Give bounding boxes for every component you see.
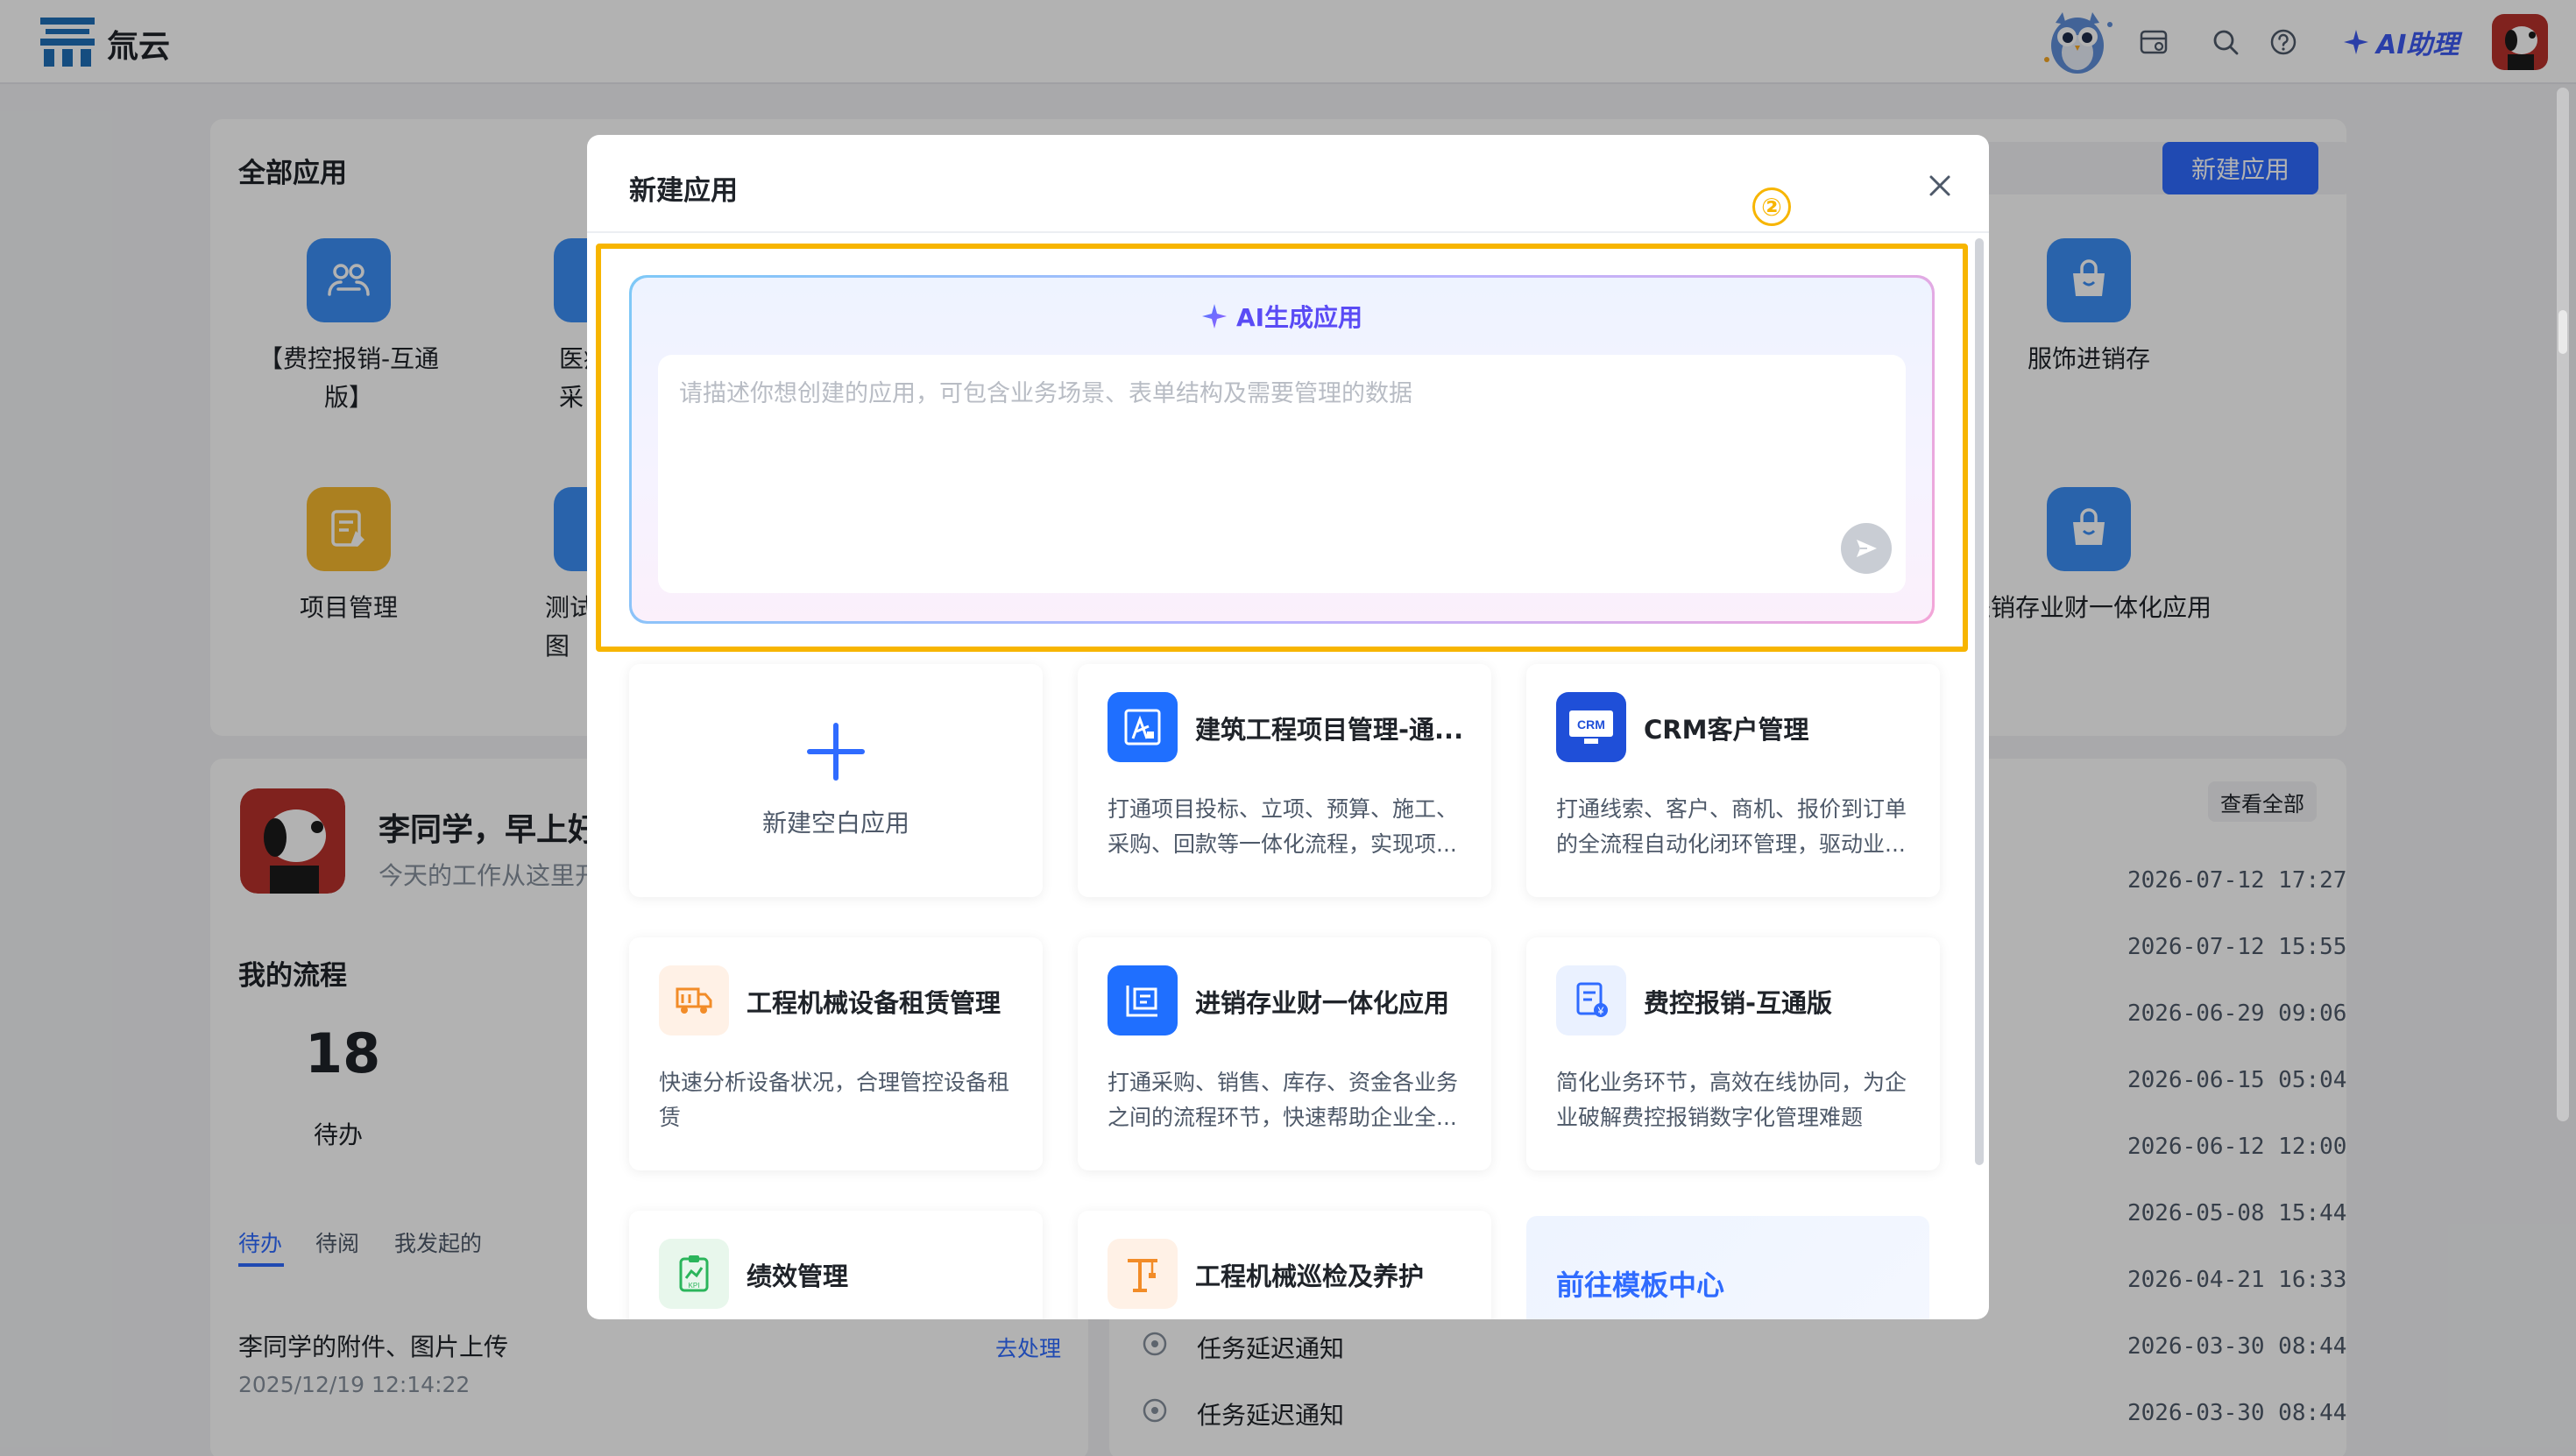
template-name: 工程机械设备租赁管理	[747, 988, 1001, 1018]
template-name: 进销存业财一体化应用	[1195, 988, 1450, 1018]
ai-generate-title: AI生成应用	[1235, 303, 1363, 332]
goto-template-center-card[interactable]: 前往模板中心	[1526, 1216, 1929, 1319]
template-card[interactable]: 工程机械巡检及养护	[1078, 1211, 1491, 1319]
inventory-icon	[1108, 965, 1178, 1035]
svg-text:¥: ¥	[1597, 1005, 1604, 1017]
template-desc: 快速分析设备状况，合理管控设备租赁	[659, 1070, 1010, 1130]
page-scroll-thumb[interactable]	[2558, 310, 2567, 354]
kpi-icon: KPI	[659, 1239, 729, 1309]
crane-icon	[1108, 1239, 1178, 1309]
goto-template-center-label: 前往模板中心	[1556, 1269, 1725, 1302]
plus-icon	[807, 723, 865, 781]
ai-prompt-input[interactable]	[658, 355, 1906, 593]
construction-icon	[1108, 692, 1178, 762]
new-blank-app-label: 新建空白应用	[761, 809, 909, 838]
template-card[interactable]: ¥ 费控报销-互通版 简化业务环节，高效在线协同，为企业破解费控报销数字化管理难…	[1526, 937, 1940, 1170]
ai-generate-header: AI生成应用	[632, 299, 1932, 334]
template-card[interactable]: 建筑工程项目管理-通... 打通项目投标、立项、预算、施工、采购、回款等一体化流…	[1078, 664, 1491, 897]
template-card[interactable]: CRM CRM客户管理 打通线索、客户、商机、报价到订单的全流程自动化闭环管理，…	[1526, 664, 1940, 897]
template-card[interactable]: 进销存业财一体化应用 打通采购、销售、库存、资金各业务之间的流程环节，快速帮助企…	[1078, 937, 1491, 1170]
template-desc: 简化业务环节，高效在线协同，为企业破解费控报销数字化管理难题	[1556, 1070, 1907, 1130]
template-name: 费控报销-互通版	[1644, 988, 1833, 1018]
ai-generate-panel-inner: AI生成应用	[632, 278, 1932, 621]
template-card[interactable]: KPI 绩效管理	[629, 1211, 1043, 1319]
step-marker: ②	[1752, 187, 1791, 226]
template-desc: 打通采购、销售、库存、资金各业务之间的流程环节，快速帮助企业全...	[1108, 1070, 1459, 1130]
new-blank-app-card[interactable]: 新建空白应用	[629, 664, 1043, 897]
send-button[interactable]	[1841, 523, 1892, 574]
template-name: 工程机械巡检及养护	[1195, 1262, 1425, 1291]
step-marker-text: ②	[1761, 192, 1782, 222]
template-name: 绩效管理	[747, 1262, 849, 1291]
new-app-modal: 新建应用 ② AI生成应用 请描述你想创建的应用，可包含业务场景、表单结构及需要…	[587, 135, 1989, 1319]
truck-icon	[659, 965, 729, 1035]
template-desc: 打通线索、客户、商机、报价到订单的全流程自动化闭环管理，驱动业...	[1556, 796, 1907, 857]
template-name: CRM客户管理	[1644, 715, 1809, 745]
template-name: 建筑工程项目管理-通...	[1195, 715, 1464, 745]
modal-title: 新建应用	[629, 175, 738, 207]
close-icon[interactable]	[1921, 166, 1959, 205]
crm-icon: CRM	[1556, 692, 1626, 762]
modal-scroll-thumb[interactable]	[1975, 238, 1984, 1165]
svg-text:CRM: CRM	[1577, 717, 1605, 732]
page-scrollbar[interactable]	[2557, 88, 2569, 1121]
reimburse-doc-icon: ¥	[1556, 965, 1626, 1035]
sparkle-icon	[1201, 304, 1227, 329]
ai-generate-panel: AI生成应用	[629, 275, 1935, 624]
template-desc: 打通项目投标、立项、预算、施工、采购、回款等一体化流程，实现项...	[1108, 796, 1459, 857]
svg-text:KPI: KPI	[689, 1282, 700, 1290]
modal-divider	[587, 231, 1989, 233]
template-card[interactable]: 工程机械设备租赁管理 快速分析设备状况，合理管控设备租赁	[629, 937, 1043, 1170]
send-icon	[1857, 540, 1877, 557]
